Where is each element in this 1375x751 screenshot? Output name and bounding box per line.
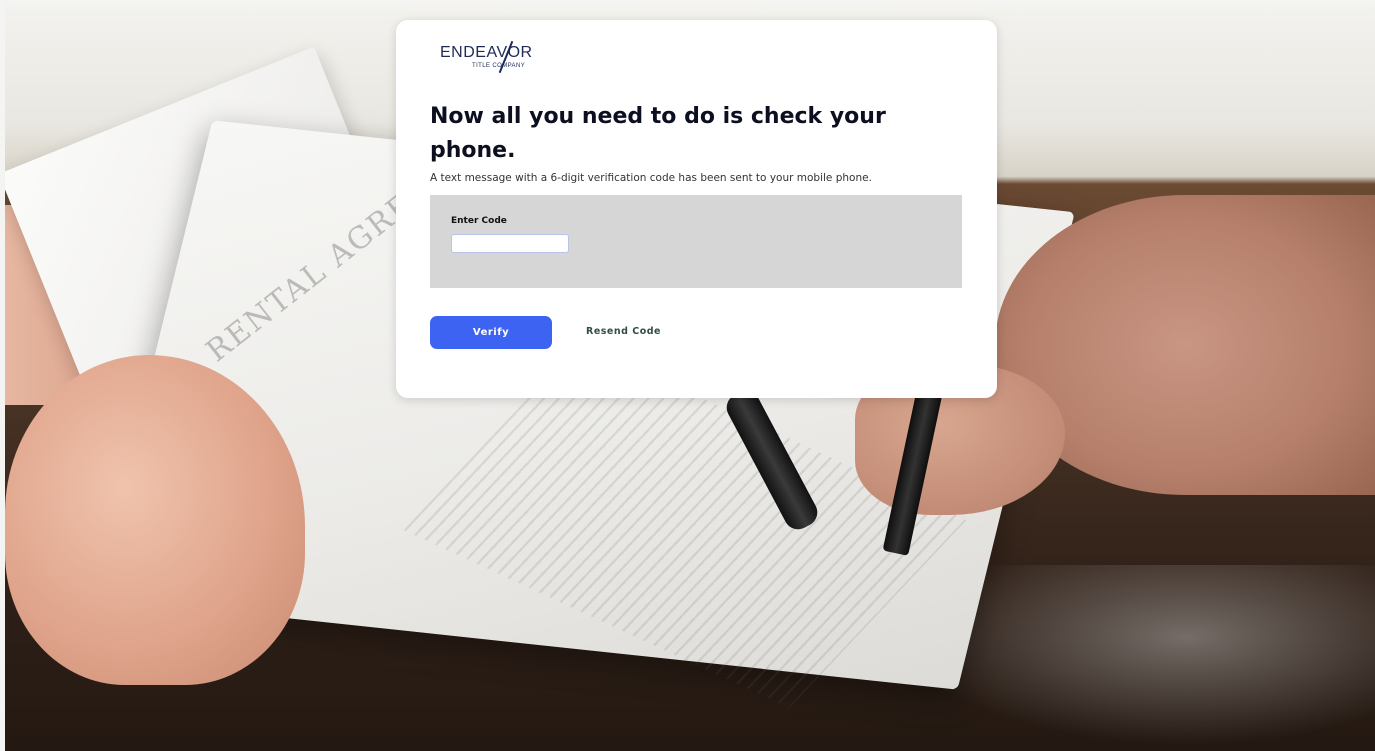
code-entry-panel: Enter Code [430, 195, 962, 288]
instruction-text: A text message with a 6-digit verificati… [430, 172, 872, 184]
verification-card: ENDEAVOR TITLE COMPANY Now all you need … [396, 20, 997, 398]
page: RENTAL AGREEMENT ENDEAVOR TITLE COMPANY … [0, 0, 1375, 751]
verification-code-input[interactable] [451, 234, 569, 253]
logo-name: ENDEAVOR [440, 44, 533, 61]
logo-tagline: TITLE COMPANY [472, 63, 526, 69]
company-logo: ENDEAVOR TITLE COMPANY [440, 38, 540, 80]
code-label: Enter Code [451, 216, 507, 226]
page-title: Now all you need to do is check your pho… [430, 104, 886, 163]
resend-code-link[interactable]: Resend Code [586, 326, 661, 337]
verify-button[interactable]: Verify [430, 316, 552, 349]
